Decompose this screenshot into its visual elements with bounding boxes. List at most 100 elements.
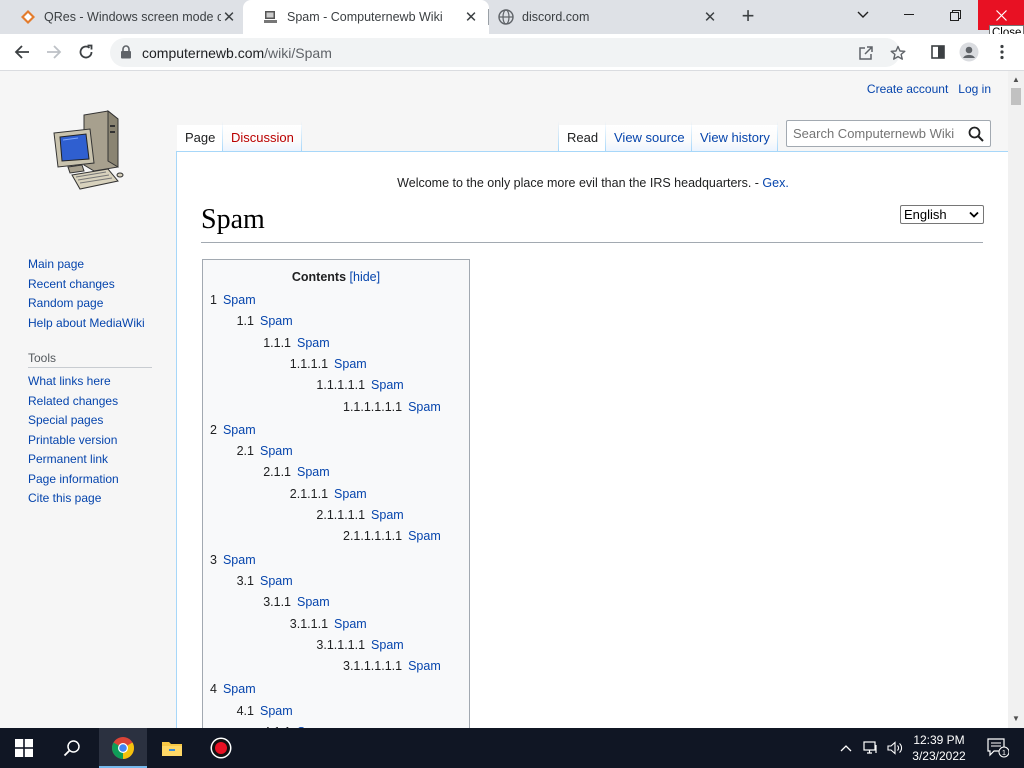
- back-arrow-icon[interactable]: [10, 40, 34, 64]
- taskbar-chrome-icon[interactable]: [99, 728, 147, 768]
- toc-link[interactable]: Spam: [334, 357, 367, 371]
- profile-avatar-icon[interactable]: [957, 40, 981, 64]
- toc-link[interactable]: Spam: [297, 336, 330, 350]
- sidebar-item-permanent-link[interactable]: Permanent link: [28, 450, 119, 470]
- toc-link[interactable]: Spam: [371, 378, 404, 392]
- taskbar-file-explorer-icon[interactable]: [148, 728, 196, 768]
- sidebar-item-main-page[interactable]: Main page: [28, 255, 145, 275]
- toc-item[interactable]: 4 Spam: [210, 682, 256, 696]
- toc-link[interactable]: Spam: [334, 487, 367, 501]
- toc-hide-toggle[interactable]: [hide]: [350, 270, 381, 284]
- toc-item[interactable]: 3.1.1.1.1 Spam: [316, 638, 403, 652]
- tab-discussion[interactable]: Discussion: [223, 125, 302, 152]
- toc-link[interactable]: Spam: [223, 553, 256, 567]
- volume-icon[interactable]: [884, 728, 906, 768]
- tab-view-source[interactable]: View source: [606, 125, 693, 152]
- toc-link[interactable]: Spam: [260, 444, 293, 458]
- reload-icon[interactable]: [74, 40, 98, 64]
- tab-page[interactable]: Page: [177, 125, 224, 152]
- sidebar-item-recent-changes[interactable]: Recent changes: [28, 275, 145, 295]
- browser-tab-qres[interactable]: QRes - Windows screen mode ch ✕: [0, 0, 247, 34]
- forward-arrow-icon[interactable]: [42, 40, 66, 64]
- taskbar-record-app-icon[interactable]: [197, 728, 245, 768]
- toc-link[interactable]: Spam: [408, 529, 441, 543]
- new-tab-plus-icon[interactable]: +: [736, 5, 760, 29]
- sidebar-item-help[interactable]: Help about MediaWiki: [28, 314, 145, 334]
- share-icon[interactable]: [856, 43, 876, 63]
- toc-item[interactable]: 2.1.1.1 Spam: [290, 487, 367, 501]
- bookmark-star-icon[interactable]: [888, 43, 908, 63]
- toc-item[interactable]: 3.1.1.1 Spam: [290, 617, 367, 631]
- tab-view-history[interactable]: View history: [692, 125, 778, 152]
- toc-link[interactable]: Spam: [408, 400, 441, 414]
- site-notice-link[interactable]: Gex.: [762, 176, 788, 190]
- sidebar-item-printable-version[interactable]: Printable version: [28, 431, 119, 451]
- toc-link[interactable]: Spam: [297, 465, 330, 479]
- sidebar-navigation: Main page Recent changes Random page Hel…: [28, 255, 145, 333]
- toc-item[interactable]: 3.1 Spam: [237, 574, 293, 588]
- windows-start-icon[interactable]: [0, 728, 48, 768]
- toc-item[interactable]: 3.1.1.1.1.1 Spam: [343, 659, 441, 673]
- sidebar-item-cite-this-page[interactable]: Cite this page: [28, 489, 119, 509]
- sidebar-item-random-page[interactable]: Random page: [28, 294, 145, 314]
- toc-link[interactable]: Spam: [223, 293, 256, 307]
- tab-close-icon[interactable]: ✕: [702, 9, 718, 26]
- sidebar-item-related-changes[interactable]: Related changes: [28, 392, 119, 412]
- toc-item[interactable]: 1.1.1.1.1.1 Spam: [343, 400, 441, 414]
- show-hidden-icons-chevron-up-icon[interactable]: [836, 728, 856, 768]
- scroll-up-arrow-icon[interactable]: ▲: [1012, 75, 1020, 84]
- network-icon[interactable]: [860, 728, 882, 768]
- toc-item[interactable]: 2.1.1 Spam: [263, 465, 329, 479]
- menu-kebab-icon[interactable]: [990, 40, 1014, 64]
- toc-link[interactable]: Spam: [371, 508, 404, 522]
- tab-separator: [301, 121, 302, 151]
- tab-read[interactable]: Read: [559, 125, 607, 152]
- sidebar-item-special-pages[interactable]: Special pages: [28, 411, 119, 431]
- wiki-search-box[interactable]: [786, 120, 991, 147]
- search-input[interactable]: [793, 126, 963, 141]
- toc-item[interactable]: 4.1 Spam: [237, 704, 293, 718]
- browser-tab-discord[interactable]: discord.com ✕: [478, 0, 728, 34]
- address-bar[interactable]: computernewb.com/wiki/Spam: [110, 38, 906, 67]
- notification-center-icon[interactable]: 1: [978, 728, 1018, 768]
- toc-item[interactable]: 1.1 Spam: [237, 314, 293, 328]
- toc-item[interactable]: 3.1.1 Spam: [263, 595, 329, 609]
- lock-icon[interactable]: [120, 45, 132, 64]
- sidebar-item-what-links-here[interactable]: What links here: [28, 372, 119, 392]
- toc-item[interactable]: 2.1.1.1.1.1 Spam: [343, 529, 441, 543]
- search-icon[interactable]: [968, 126, 984, 147]
- scrollbar-thumb[interactable]: [1011, 88, 1021, 105]
- toc-item[interactable]: 1 Spam: [210, 293, 256, 307]
- toc-link[interactable]: Spam: [223, 682, 256, 696]
- toc-item[interactable]: 2.1.1.1.1 Spam: [316, 508, 403, 522]
- toc-link[interactable]: Spam: [371, 638, 404, 652]
- taskbar-clock[interactable]: 12:39 PM 3/23/2022: [904, 732, 974, 764]
- toc-item[interactable]: 2.1 Spam: [237, 444, 293, 458]
- toc-link[interactable]: Spam: [223, 423, 256, 437]
- toc-link[interactable]: Spam: [297, 595, 330, 609]
- minimize-icon[interactable]: [886, 0, 932, 30]
- tab-search-chevron-icon[interactable]: [840, 0, 886, 30]
- toc-item[interactable]: 1.1.1 Spam: [263, 336, 329, 350]
- restore-icon[interactable]: [932, 0, 978, 30]
- toc-item[interactable]: 1.1.1.1 Spam: [290, 357, 367, 371]
- tab-close-icon[interactable]: ✕: [463, 9, 479, 26]
- tab-close-icon[interactable]: ✕: [221, 9, 237, 26]
- taskbar-search-icon[interactable]: [48, 728, 96, 768]
- toc-item[interactable]: 3 Spam: [210, 553, 256, 567]
- toc-item[interactable]: 1.1.1.1.1 Spam: [316, 378, 403, 392]
- wiki-logo-computer-icon[interactable]: [50, 109, 126, 198]
- sidebar-item-page-information[interactable]: Page information: [28, 470, 119, 490]
- toc-link[interactable]: Spam: [260, 314, 293, 328]
- toc-link[interactable]: Spam: [334, 617, 367, 631]
- create-account-link[interactable]: Create account: [867, 82, 948, 96]
- log-in-link[interactable]: Log in: [958, 82, 991, 96]
- side-panel-icon[interactable]: [926, 40, 950, 64]
- browser-tab-spam[interactable]: Spam - Computernewb Wiki ✕: [243, 0, 489, 34]
- toc-link[interactable]: Spam: [260, 574, 293, 588]
- toc-link[interactable]: Spam: [260, 704, 293, 718]
- scroll-down-arrow-icon[interactable]: ▼: [1012, 714, 1020, 723]
- toc-link[interactable]: Spam: [408, 659, 441, 673]
- toc-item[interactable]: 2 Spam: [210, 423, 256, 437]
- page-scrollbar[interactable]: ▲ ▼: [1008, 71, 1024, 728]
